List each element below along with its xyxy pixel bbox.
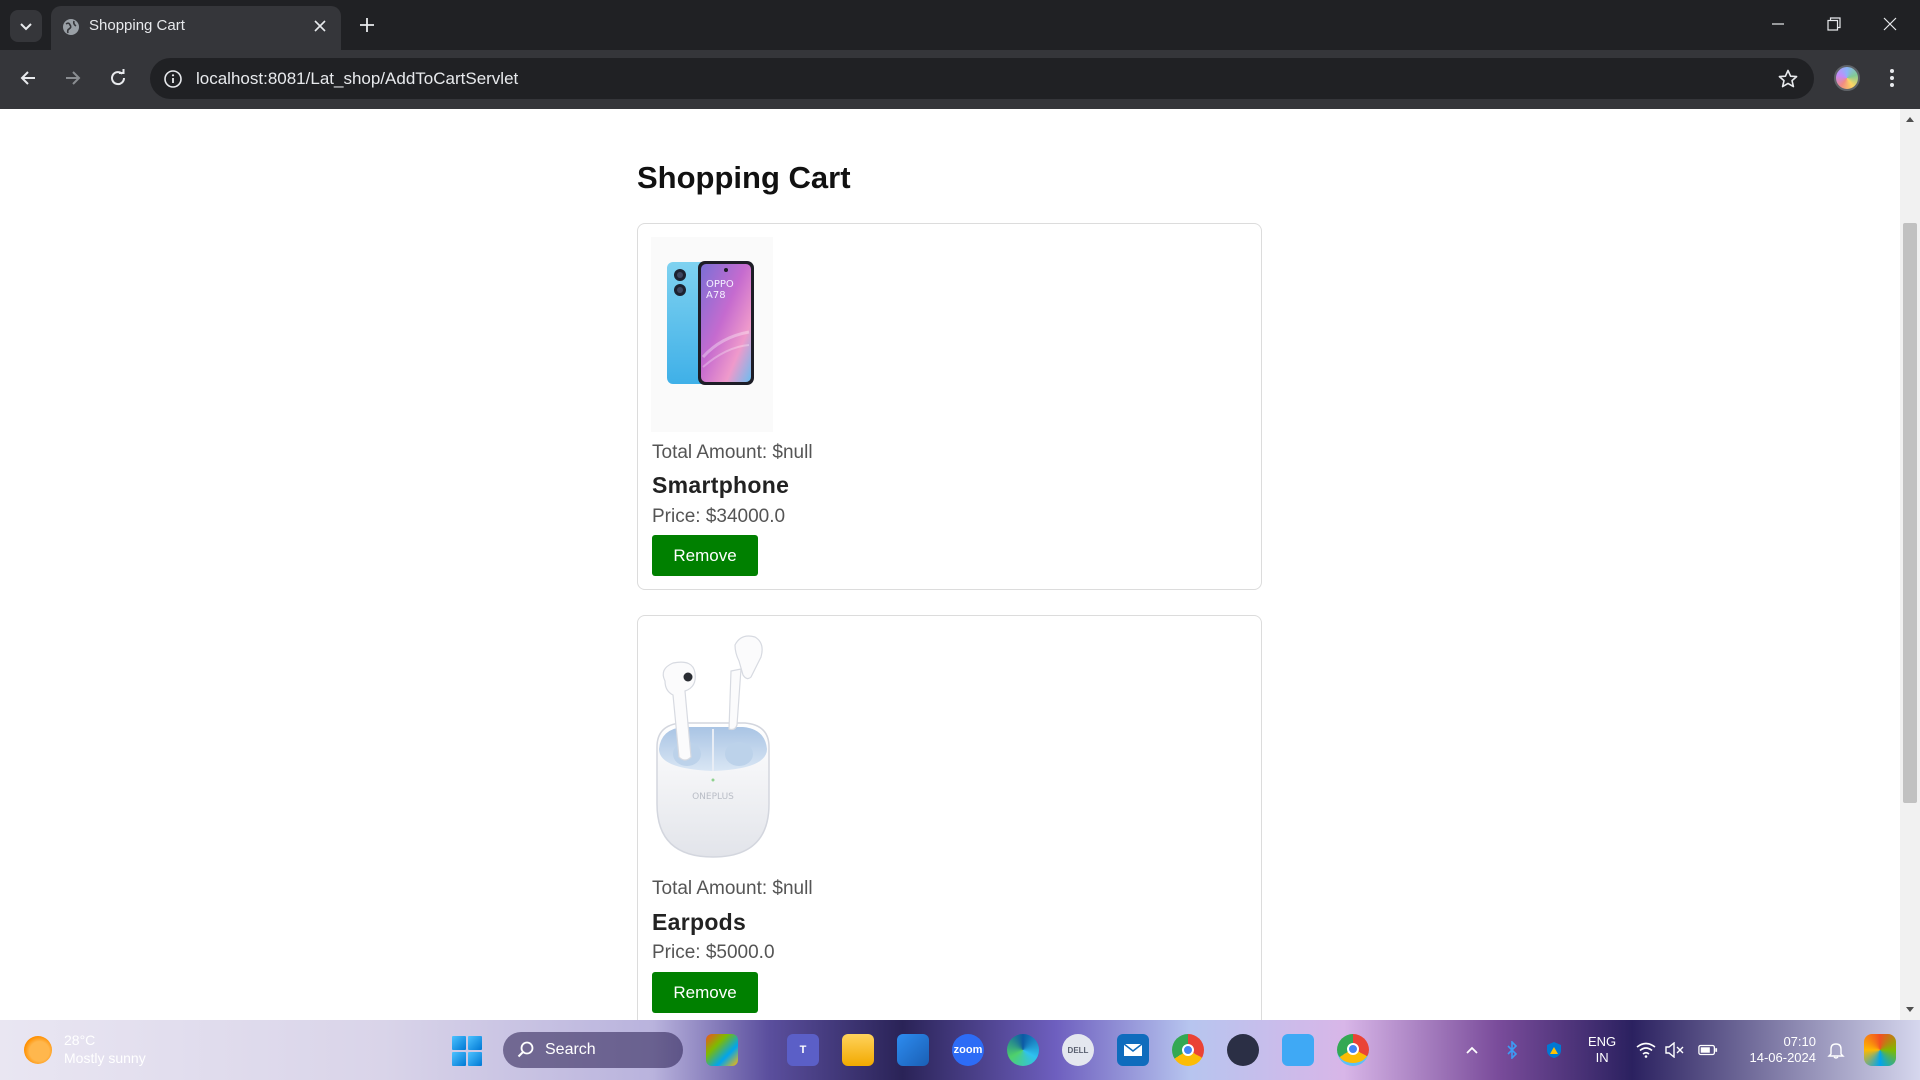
svg-text:OPPO: OPPO [706,279,734,290]
url-text[interactable]: localhost:8081/Lat_shop/AddToCartServlet [196,58,518,99]
close-icon [314,20,326,32]
arrow-right-icon [66,71,81,85]
close-icon [1883,17,1897,31]
product-image-earpods: ONEPLUS [651,629,773,859]
profile-avatar[interactable] [1834,65,1860,91]
copilot-icon[interactable] [706,1034,738,1066]
search-label: Search [545,1041,596,1058]
bluetooth-icon[interactable] [1502,1040,1522,1060]
windows-logo-pane [452,1052,466,1066]
edge-icon[interactable] [1007,1034,1039,1066]
page-viewport: Shopping Cart OPPO A78 Total Amount: $nu… [0,109,1920,1020]
triangle-up-icon [1906,117,1914,122]
browser-tabstrip: Shopping Cart [0,0,1920,50]
chevron-up-icon [1466,1046,1478,1054]
product-price: Price: $34000.0 [652,506,786,527]
cart-item: ONEPLUS Total Amount: $null Earpods Pric… [637,615,1262,1020]
minimize-button[interactable] [1750,0,1806,48]
restore-button[interactable] [1806,0,1862,48]
show-hidden-icons-button[interactable] [1462,1040,1482,1060]
copilot-pre-icon[interactable] [1864,1034,1896,1066]
remove-button[interactable]: Remove [652,972,758,1013]
info-icon [164,70,182,88]
windows-logo-pane [468,1052,482,1066]
new-tab-button[interactable] [352,10,382,40]
scrollbar-thumb[interactable] [1903,223,1917,803]
star-icon [1778,69,1798,88]
notepad-icon[interactable] [1282,1034,1314,1066]
bookmark-star-button[interactable] [1776,67,1800,91]
total-amount: Total Amount: $null [652,878,813,899]
windows-taskbar: 28°C Mostly sunny Search T zoom DELL ENG… [0,1020,1920,1080]
speaker-muted-icon[interactable] [1664,1040,1684,1060]
chrome-icon[interactable] [1172,1034,1204,1066]
clock-date: 14-06-2024 [1749,1050,1817,1065]
sun-icon [24,1036,52,1064]
forward-button[interactable] [55,60,91,96]
address-bar[interactable]: localhost:8081/Lat_shop/AddToCartServlet [150,58,1814,99]
total-amount: Total Amount: $null [652,442,813,463]
product-name: Smartphone [652,472,790,498]
defender-shield-icon[interactable] [1544,1040,1564,1060]
tab-shopping-cart[interactable]: Shopping Cart [51,6,341,50]
windows-logo-pane [468,1036,482,1050]
plus-icon [360,18,374,32]
language-code: ENG [1588,1034,1617,1049]
notification-bell-icon[interactable] [1826,1040,1846,1060]
file-explorer-icon[interactable] [842,1034,874,1066]
vertical-scrollbar[interactable] [1900,109,1920,1020]
browser-menu-button[interactable] [1880,64,1904,92]
reload-icon [111,69,126,86]
search-icon [517,1041,534,1058]
clock-time: 07:10 [1783,1034,1816,1049]
wifi-icon[interactable] [1636,1040,1656,1060]
window-close-button[interactable] [1862,0,1918,48]
envelope-icon [1123,1043,1143,1056]
svg-text:A78: A78 [706,290,726,301]
cart-item: OPPO A78 Total Amount: $null Smartphone … [637,223,1262,590]
region-code: IN [1595,1050,1609,1065]
tab-search-button[interactable] [10,10,42,42]
chevron-down-icon [20,23,32,31]
globe-icon [63,19,79,35]
arrow-left-icon [20,71,35,85]
dell-icon[interactable]: DELL [1062,1034,1094,1066]
tab-close-button[interactable] [309,15,331,37]
minimize-icon [1772,23,1784,25]
remove-button[interactable]: Remove [652,535,758,576]
chrome-active-icon[interactable] [1337,1034,1369,1066]
weather-description: Mostly sunny [64,1050,146,1066]
system-clock[interactable]: 07:10 14-06-2024 [1736,1034,1817,1066]
back-button[interactable] [10,60,46,96]
reload-button[interactable] [100,60,136,96]
app-icon[interactable] [1227,1034,1259,1066]
scroll-up-arrow[interactable] [1900,109,1920,129]
product-name: Earpods [652,909,747,935]
battery-icon[interactable] [1698,1040,1718,1060]
start-button[interactable] [452,1036,482,1066]
svg-text:ONEPLUS: ONEPLUS [692,792,734,802]
browser-toolbar: localhost:8081/Lat_shop/AddToCartServlet [0,50,1920,109]
teams-icon[interactable]: T [787,1034,819,1066]
scroll-down-arrow[interactable] [1900,1000,1920,1020]
photos-icon[interactable] [897,1034,929,1066]
product-image-smartphone: OPPO A78 [651,237,773,432]
tab-title: Shopping Cart [89,17,185,34]
taskbar-search[interactable]: Search [503,1032,683,1068]
triangle-down-icon [1906,1007,1914,1012]
restore-icon [1827,17,1841,31]
zoom-icon[interactable]: zoom [952,1034,984,1066]
windows-logo-pane [452,1036,466,1050]
site-info-button[interactable] [160,66,186,92]
page-title: Shopping Cart [637,160,851,195]
weather-temperature: 28°C [64,1032,96,1048]
product-price: Price: $5000.0 [652,942,775,963]
mail-icon[interactable] [1117,1034,1149,1066]
more-vertical-icon [1890,69,1894,87]
language-indicator[interactable]: ENG IN [1588,1034,1616,1066]
